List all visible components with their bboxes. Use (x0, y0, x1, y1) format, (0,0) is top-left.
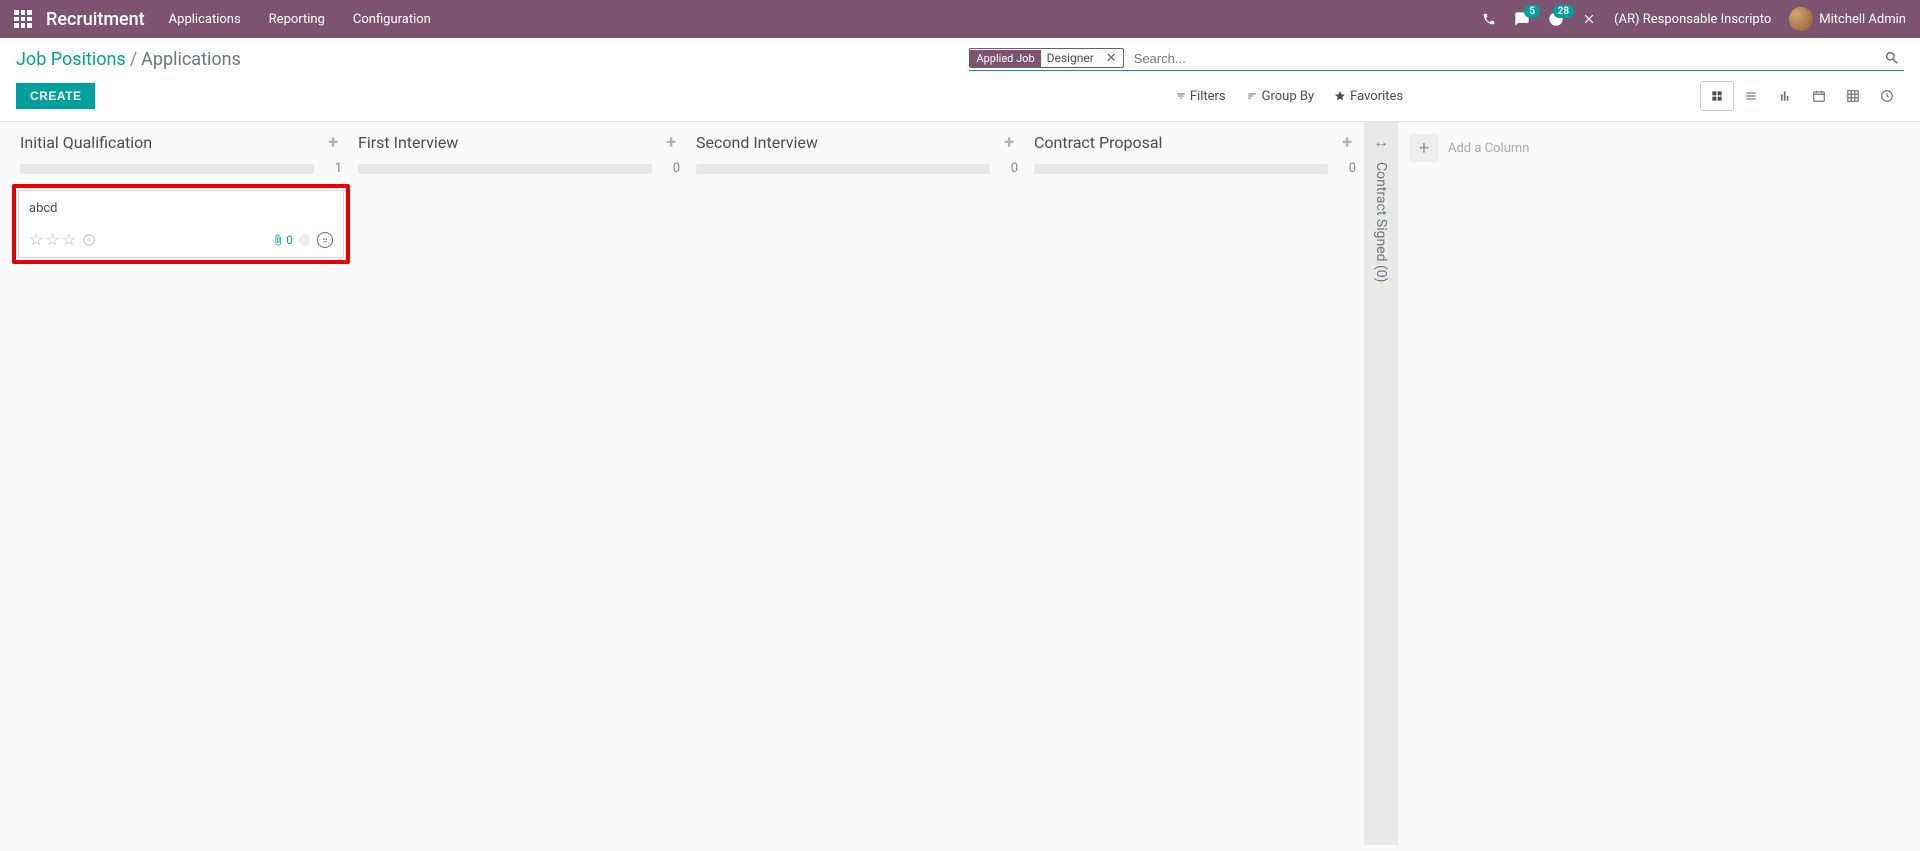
column-count: 0 (1336, 161, 1356, 176)
folded-column-title: Contract Signed (0) (1373, 162, 1389, 283)
user-name: Mitchell Admin (1819, 12, 1906, 27)
activities-icon[interactable]: 28 (1548, 11, 1564, 27)
attachment-count[interactable]: 0 (272, 233, 293, 247)
column-title[interactable]: Initial Qualification (20, 133, 324, 152)
column-add-icon[interactable]: + (1000, 132, 1018, 153)
facet-value: Designer (1041, 49, 1100, 67)
kanban-column-first-interview: First Interview + 0 (350, 122, 688, 845)
column-count: 0 (660, 161, 680, 176)
company-selector[interactable]: (AR) Responsable Inscripto (1614, 12, 1771, 27)
nav-configuration[interactable]: Configuration (353, 12, 431, 27)
column-add-icon[interactable]: + (662, 132, 680, 153)
apps-icon[interactable] (14, 10, 32, 28)
column-title[interactable]: First Interview (358, 133, 662, 152)
nav-systray: 5 28 (AR) Responsable Inscripto Mitchell… (1482, 7, 1906, 31)
star-icon[interactable]: ☆ (62, 230, 76, 249)
kanban-view-icon[interactable] (1700, 81, 1734, 111)
column-count: 0 (998, 161, 1018, 176)
breadcrumb-parent[interactable]: Job Positions (16, 49, 126, 70)
priority-stars[interactable]: ☆ ☆ ☆ (29, 230, 76, 249)
activity-clock-icon[interactable] (82, 233, 96, 247)
column-progress-bar[interactable] (358, 164, 652, 174)
column-title[interactable]: Contract Proposal (1034, 133, 1338, 152)
kanban-card[interactable]: abcd ☆ ☆ ☆ 0 (18, 190, 344, 258)
search-input[interactable] (1130, 49, 1880, 68)
highlighted-card-frame: abcd ☆ ☆ ☆ 0 (12, 184, 350, 264)
groupby-dropdown[interactable]: Group By (1246, 89, 1315, 104)
top-nav: Recruitment Applications Reporting Confi… (0, 0, 1920, 38)
create-button[interactable]: CREATE (16, 83, 95, 109)
nav-reporting[interactable]: Reporting (269, 12, 325, 27)
kanban-state-dot[interactable] (299, 234, 311, 246)
column-count: 1 (322, 161, 342, 176)
add-column-label: Add a Column (1448, 141, 1529, 156)
messages-badge: 5 (1524, 5, 1540, 18)
app-brand[interactable]: Recruitment (46, 9, 145, 30)
user-avatar (1789, 7, 1813, 31)
breadcrumb-sep: / (130, 49, 137, 70)
list-view-icon[interactable] (1734, 81, 1768, 111)
search-icon[interactable] (1880, 50, 1904, 66)
graph-view-icon[interactable] (1768, 81, 1802, 111)
filters-dropdown[interactable]: Filters (1176, 89, 1226, 104)
star-icon[interactable]: ☆ (45, 230, 59, 249)
control-panel: Job Positions / Applications Applied Job… (0, 38, 1920, 122)
plus-icon: + (1410, 134, 1438, 162)
pivot-view-icon[interactable] (1836, 81, 1870, 111)
kanban-board: Initial Qualification + 1 abcd ☆ ☆ ☆ (0, 122, 1920, 845)
unassigned-avatar-icon[interactable] (317, 232, 333, 248)
arrow-left-right-icon: ↔ (1373, 132, 1389, 152)
activity-view-icon[interactable] (1870, 81, 1904, 111)
activities-badge: 28 (1553, 5, 1574, 18)
facet-remove-icon[interactable]: ✕ (1100, 51, 1123, 66)
column-title[interactable]: Second Interview (696, 133, 1000, 152)
kanban-column-contract-proposal: Contract Proposal + 0 (1026, 122, 1364, 845)
user-menu[interactable]: Mitchell Admin (1789, 7, 1906, 31)
messages-icon[interactable]: 5 (1514, 11, 1530, 27)
column-progress-bar[interactable] (696, 164, 990, 174)
column-progress-bar[interactable] (1034, 164, 1328, 174)
favorites-dropdown[interactable]: Favorites (1334, 89, 1403, 104)
kanban-column-second-interview: Second Interview + 0 (688, 122, 1026, 845)
add-column-area[interactable]: + Add a Column (1398, 122, 1598, 845)
column-add-icon[interactable]: + (324, 132, 342, 153)
column-progress-bar[interactable] (20, 164, 314, 174)
nav-applications[interactable]: Applications (169, 12, 241, 27)
favorites-label: Favorites (1350, 89, 1403, 104)
calendar-view-icon[interactable] (1802, 81, 1836, 111)
close-tour-icon[interactable] (1582, 12, 1596, 26)
search-facet: Applied Job Designer ✕ (969, 48, 1123, 68)
nav-menu: Applications Reporting Configuration (169, 12, 431, 27)
search-bar[interactable]: Applied Job Designer ✕ (969, 48, 1904, 71)
view-switcher (1700, 81, 1904, 111)
filters-label: Filters (1190, 89, 1226, 104)
kanban-column-folded-contract-signed[interactable]: ↔ Contract Signed (0) (1364, 122, 1398, 845)
search-options: Filters Group By Favorites (392, 89, 1403, 104)
breadcrumb-current: Applications (141, 49, 241, 70)
column-add-icon[interactable]: + (1338, 132, 1356, 153)
phone-icon[interactable] (1482, 12, 1496, 26)
breadcrumb: Job Positions / Applications (16, 48, 241, 71)
star-icon[interactable]: ☆ (29, 230, 43, 249)
card-title: abcd (29, 201, 333, 216)
groupby-label: Group By (1262, 89, 1315, 104)
facet-label: Applied Job (970, 50, 1040, 67)
kanban-column-initial-qualification: Initial Qualification + 1 abcd ☆ ☆ ☆ (12, 122, 350, 845)
